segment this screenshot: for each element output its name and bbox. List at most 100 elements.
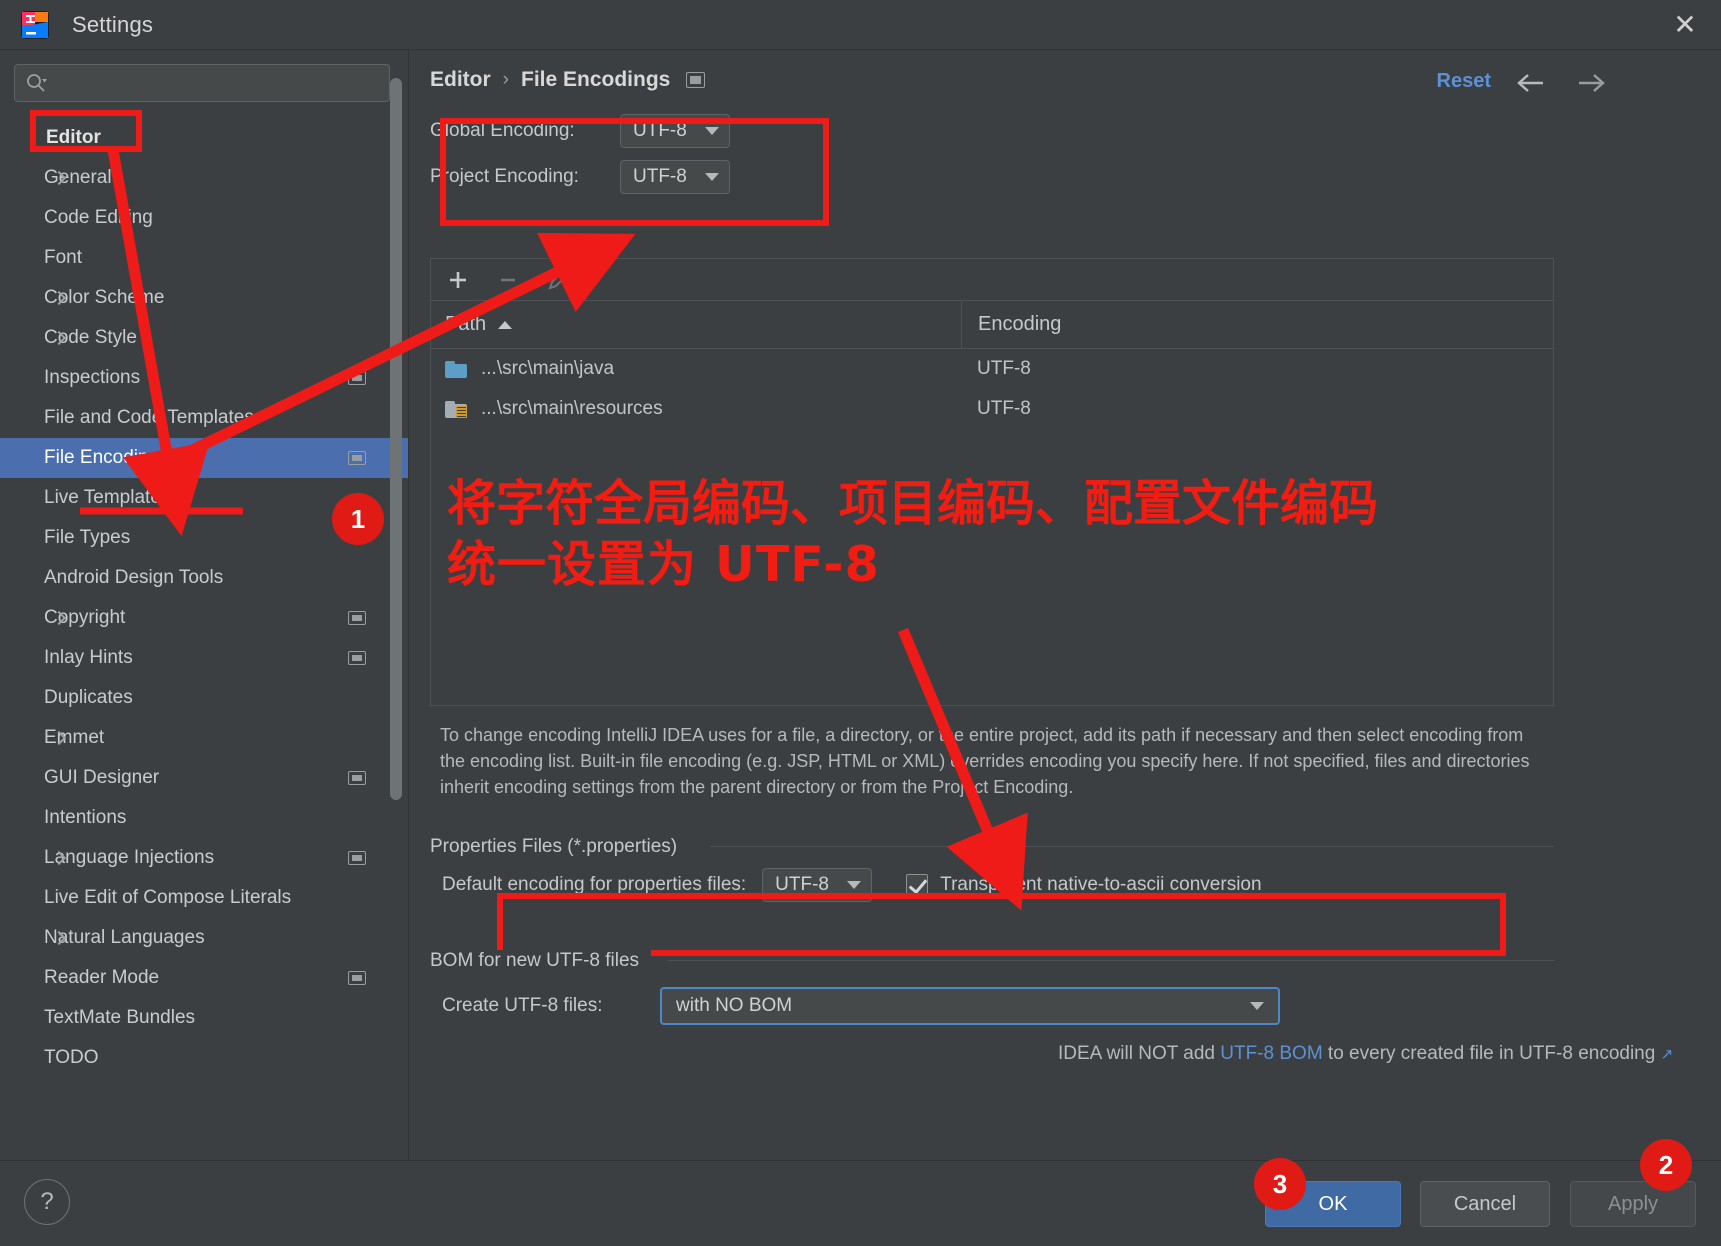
sidebar-item-emmet[interactable]: Emmet [0, 718, 408, 758]
sidebar-item-language-injections[interactable]: Language Injections [0, 838, 408, 878]
sidebar-item-android-design-tools[interactable]: Android Design Tools [0, 558, 408, 598]
chevron-right-icon[interactable] [52, 731, 66, 745]
sidebar-item-label: Intentions [44, 807, 127, 828]
sidebar-item-file-encodings[interactable]: File Encodings [0, 438, 408, 478]
sidebar-item-color-scheme[interactable]: Color Scheme [0, 278, 408, 318]
sidebar-item-label: Editor [46, 127, 101, 148]
chevron-right-icon[interactable] [52, 931, 66, 945]
sidebar-item-textmate-bundles[interactable]: TextMate Bundles [0, 998, 408, 1038]
sidebar-item-inspections[interactable]: Inspections [0, 358, 408, 398]
default-properties-encoding-value: UTF-8 [775, 874, 829, 895]
add-path-button[interactable] [445, 267, 471, 293]
sidebar-item-todo[interactable]: TODO [0, 1038, 408, 1078]
table-row[interactable]: ...\src\main\java UTF-8 [431, 349, 1553, 389]
sidebar-item-label: TODO [44, 1047, 99, 1068]
encoding-description-text: To change encoding IntelliJ IDEA uses fo… [440, 725, 1530, 798]
dialog-footer: ? OK Cancel Apply [0, 1160, 1721, 1246]
chevron-right-icon[interactable] [52, 851, 66, 865]
bom-note: IDEA will NOT add UTF-8 BOM to every cre… [1058, 1043, 1673, 1065]
sidebar-item-label: Inlay Hints [44, 647, 133, 668]
arrow-right-icon[interactable] [1571, 68, 1611, 98]
sidebar-item-label: GUI Designer [44, 767, 160, 788]
sidebar-item-label: Inspections [44, 367, 141, 388]
global-encoding-value: UTF-8 [633, 120, 687, 141]
table-cell-encoding[interactable]: UTF-8 [961, 398, 1031, 420]
search-box[interactable] [14, 64, 390, 102]
sidebar-item-natural-languages[interactable]: Natural Languages [0, 918, 408, 958]
external-link-icon: ↗ [1660, 1046, 1674, 1063]
default-properties-encoding-combobox[interactable]: UTF-8 [762, 868, 873, 902]
window-titlebar: Settings ✕ [0, 0, 1721, 50]
edit-pencil-icon[interactable] [545, 267, 571, 293]
project-scope-badge-icon [686, 72, 706, 88]
sidebar-item-label: Duplicates [44, 687, 133, 708]
folder-source-icon [445, 360, 467, 378]
table-cell-path: ...\src\main\resources [431, 398, 961, 420]
project-scope-badge-icon [348, 971, 366, 985]
sidebar-item-file-and-code-templates[interactable]: File and Code Templates [0, 398, 408, 438]
intellij-idea-logo-icon [20, 10, 50, 40]
chevron-down-icon [705, 173, 719, 181]
column-header-encoding[interactable]: Encoding [961, 300, 1062, 349]
sidebar-item-label: Natural Languages [44, 927, 205, 948]
sidebar-item-code-style[interactable]: Code Style [0, 318, 408, 358]
project-scope-badge-icon [348, 771, 366, 785]
remove-path-button[interactable] [495, 267, 521, 293]
create-utf8-files-combobox[interactable]: with NO BOM [660, 987, 1280, 1025]
sidebar-item-editor[interactable]: Editor [0, 118, 408, 158]
sidebar-item-inlay-hints[interactable]: Inlay Hints [0, 638, 408, 678]
sidebar-item-duplicates[interactable]: Duplicates [0, 678, 408, 718]
chevron-down-icon [705, 127, 719, 135]
ok-button[interactable]: OK [1265, 1181, 1401, 1227]
project-scope-badge-icon [348, 651, 366, 665]
chevron-down-icon [1250, 1002, 1264, 1010]
column-header-path[interactable]: Path [431, 313, 961, 336]
project-encoding-combobox[interactable]: UTF-8 [620, 160, 730, 194]
properties-encoding-row: Default encoding for properties files: U… [442, 868, 1278, 902]
close-window-button[interactable]: ✕ [1667, 8, 1703, 42]
default-properties-encoding-label: Default encoding for properties files: [442, 874, 747, 895]
settings-tree: Editor General Code Editing Font Color Schem… [0, 118, 408, 1078]
sidebar-item-file-types[interactable]: File Types [0, 518, 408, 558]
reset-button[interactable]: Reset [1437, 70, 1491, 93]
search-area [0, 50, 408, 102]
sidebar-item-label: Reader Mode [44, 967, 160, 988]
sidebar-item-font[interactable]: Font [0, 238, 408, 278]
global-encoding-combobox[interactable]: UTF-8 [620, 114, 730, 148]
search-input[interactable] [47, 73, 389, 93]
project-scope-badge-icon [348, 371, 366, 385]
chevron-right-icon[interactable] [52, 331, 66, 345]
sidebar-item-code-editing[interactable]: Code Editing [0, 198, 408, 238]
sidebar-item-label: Live Templates [44, 487, 171, 508]
chevron-right-icon[interactable] [52, 171, 66, 185]
sort-ascending-icon [498, 320, 513, 329]
sidebar-item-live-templates[interactable]: Live Templates [0, 478, 408, 518]
create-utf8-files-value: with NO BOM [676, 995, 793, 1016]
utf8-bom-link[interactable]: UTF-8 BOM [1220, 1043, 1322, 1064]
breadcrumb-root[interactable]: Editor [430, 68, 491, 92]
search-icon [25, 72, 47, 94]
global-encoding-row: Global Encoding: UTF-8 [430, 108, 730, 154]
arrow-left-icon[interactable] [1511, 68, 1551, 98]
chevron-down-icon [847, 881, 862, 889]
cancel-button[interactable]: Cancel [1420, 1181, 1550, 1227]
sidebar-item-general[interactable]: General [0, 158, 408, 198]
sidebar-item-intentions[interactable]: Intentions [0, 798, 408, 838]
sidebar-item-copyright[interactable]: Copyright [0, 598, 408, 638]
help-button[interactable]: ? [24, 1179, 70, 1225]
table-cell-encoding[interactable]: UTF-8 [961, 358, 1031, 380]
sidebar-item-gui-designer[interactable]: GUI Designer [0, 758, 408, 798]
apply-button[interactable]: Apply [1570, 1181, 1696, 1227]
settings-sidebar: Editor General Code Editing Font Color Schem… [0, 50, 409, 1160]
transparent-native-to-ascii-checkbox[interactable] [906, 874, 929, 896]
sidebar-item-label: File Types [44, 527, 131, 548]
sidebar-item-live-edit-of-compose-literals[interactable]: Live Edit of Compose Literals [0, 878, 408, 918]
chevron-right-icon[interactable] [52, 611, 66, 625]
sidebar-scrollbar-thumb[interactable] [390, 78, 402, 800]
path-encoding-table: Path Encoding ...\src\main\java UTF-8 ...\… [430, 258, 1554, 706]
column-header-encoding-label: Encoding [978, 313, 1062, 335]
table-row[interactable]: ...\src\main\resources UTF-8 [431, 389, 1553, 429]
chevron-right-icon[interactable] [52, 291, 66, 305]
sidebar-item-reader-mode[interactable]: Reader Mode [0, 958, 408, 998]
bom-section-rule [668, 960, 1554, 961]
